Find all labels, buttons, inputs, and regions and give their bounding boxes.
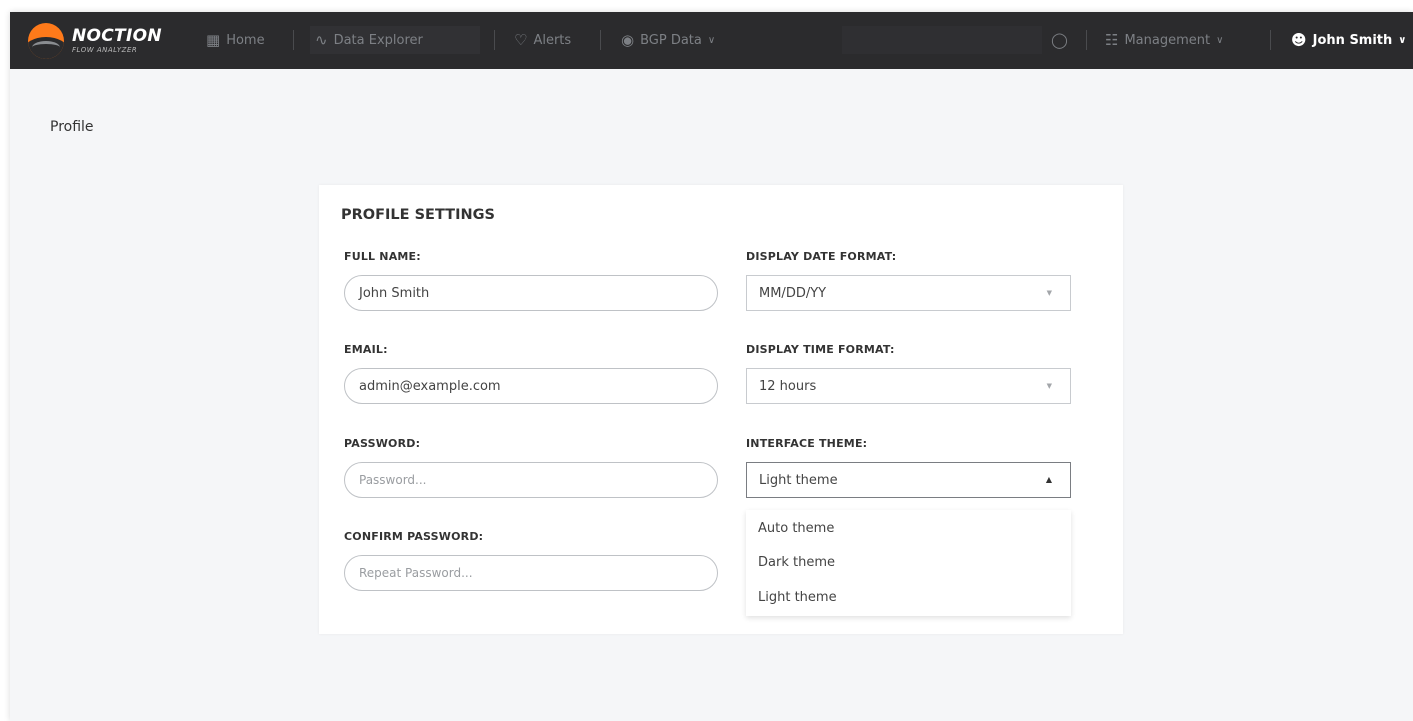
date-format-label: DISPLAY DATE FORMAT: (746, 250, 897, 263)
nav-bgp-data-label: BGP Data (640, 32, 702, 48)
brand-product: FLOW ANALYZER (72, 46, 138, 54)
theme-label: INTERFACE THEME: (746, 437, 868, 450)
chat-button[interactable]: ◯ (1051, 29, 1068, 51)
email-label: EMAIL: (344, 343, 388, 356)
chat-bubble-icon: ◯ (1051, 31, 1068, 49)
user-icon: ☻ (1291, 31, 1307, 49)
chevron-down-icon: ∨ (707, 34, 716, 46)
nav-alerts-label: Alerts (533, 32, 572, 48)
nav-home[interactable]: ▦ Home (206, 29, 265, 51)
nav-management-label: Management (1124, 32, 1211, 48)
dashboard-grid-icon: ▦ (206, 31, 221, 49)
theme-select[interactable]: Light theme ▲ (746, 462, 1071, 498)
theme-value: Light theme (759, 472, 838, 488)
nav-bgp-data[interactable]: ◉ BGP Data ∨ (621, 29, 715, 51)
confirm-password-label: CONFIRM PASSWORD: (344, 530, 484, 543)
nav-divider (494, 30, 495, 50)
app-window: NOCTION FLOW ANALYZER ▦ Home ∿ Data Expl… (10, 12, 1413, 721)
nav-divider (600, 30, 601, 50)
brand-name: NOCTION (72, 26, 162, 46)
theme-option-dark[interactable]: Dark theme (758, 555, 835, 570)
time-format-value: 12 hours (759, 378, 817, 394)
chevron-down-icon: ∨ (1398, 34, 1407, 46)
chevron-down-icon: ∨ (1216, 34, 1224, 46)
theme-option-light[interactable]: Light theme (758, 590, 837, 605)
full-name-label: FULL NAME: (344, 250, 421, 263)
nav-data-explorer-label: Data Explorer (333, 32, 423, 48)
caret-down-icon: ▼ (1046, 382, 1052, 390)
password-label: PASSWORD: (344, 437, 421, 450)
bell-icon: ♡ (514, 31, 528, 49)
line-chart-icon: ∿ (315, 31, 328, 49)
nav-management[interactable]: ☷ Management ∨ (1105, 29, 1223, 51)
nav-blank-area (842, 26, 1042, 54)
nav-data-explorer[interactable]: ∿ Data Explorer (315, 29, 423, 51)
nav-divider (293, 30, 294, 50)
nav-divider (1086, 30, 1087, 50)
date-format-select[interactable]: MM/DD/YY ▼ (746, 275, 1071, 311)
nav-divider (1270, 30, 1271, 50)
profile-settings-card: PROFILE SETTINGS FULL NAME: John Smith E… (319, 185, 1123, 634)
user-name: John Smith (1312, 32, 1393, 48)
card-title: PROFILE SETTINGS (341, 207, 495, 223)
nav-alerts[interactable]: ♡ Alerts (514, 29, 571, 51)
time-format-select[interactable]: 12 hours ▼ (746, 368, 1071, 404)
logo[interactable]: NOCTION FLOW ANALYZER (28, 23, 162, 59)
nav-home-label: Home (226, 32, 265, 48)
confirm-password-field[interactable]: Repeat Password... (344, 555, 718, 591)
caret-down-icon: ▼ (1046, 289, 1052, 297)
page-title: Profile (50, 119, 94, 135)
top-navigation-bar: NOCTION FLOW ANALYZER ▦ Home ∿ Data Expl… (10, 12, 1413, 69)
time-format-label: DISPLAY TIME FORMAT: (746, 343, 895, 356)
email-field[interactable]: admin@example.com (344, 368, 718, 404)
theme-dropdown: Auto theme Dark theme Light theme (746, 510, 1071, 616)
sliders-icon: ☷ (1105, 31, 1119, 49)
date-format-value: MM/DD/YY (759, 285, 827, 301)
noction-logo-icon (28, 23, 64, 59)
user-menu[interactable]: ☻ John Smith ∨ (1291, 29, 1406, 51)
caret-up-icon: ▲ (1045, 475, 1052, 484)
full-name-field[interactable]: John Smith (344, 275, 718, 311)
network-globe-icon: ◉ (621, 31, 635, 49)
password-field[interactable]: Password... (344, 462, 718, 498)
theme-option-auto[interactable]: Auto theme (758, 521, 834, 536)
